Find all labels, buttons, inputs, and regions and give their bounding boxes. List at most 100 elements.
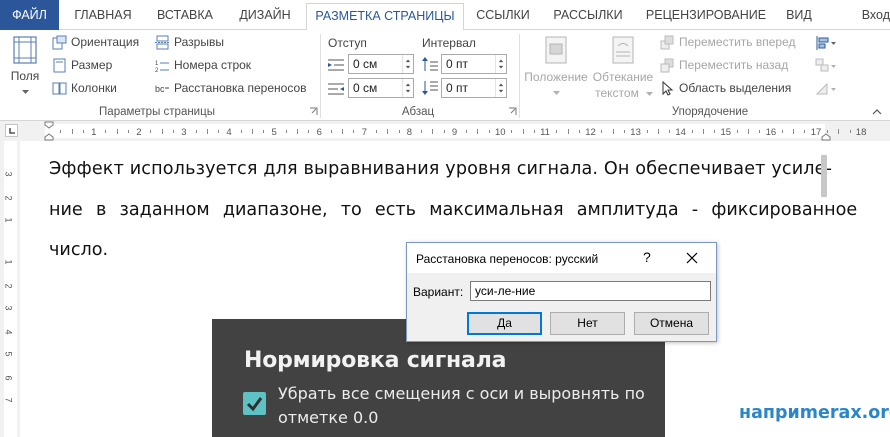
ruler-number: 11 [540,127,550,138]
svg-text:1: 1 [155,61,159,67]
ruler-tick [105,130,107,133]
ruler-number: 9 [451,127,458,138]
sign-in-link[interactable]: Вход [838,3,890,29]
ruler-number: 17 [810,127,822,138]
ruler-number: 15 [720,127,732,138]
indent-right-spinner[interactable]: 0 см [348,78,414,98]
breaks-label: Разрывы [174,35,224,49]
paragraph-group-label: Абзац [401,106,435,118]
chevron-down-icon [646,92,653,96]
spin-arrows-icon[interactable] [495,55,506,73]
ruler-tick [759,130,761,133]
ruler-tick [263,130,265,133]
spin-arrows-icon[interactable] [402,55,413,73]
image-option-line-1: Убрать все смещения с оси и выровнять по [278,384,645,403]
vertical-ruler-track: 3 2 1 1 2 3 4 5 6 7 [4,141,17,437]
indent-title: Отступ [328,36,367,50]
yes-button[interactable]: Да [467,312,542,335]
vertical-ruler-number: 2 [3,195,14,201]
indent-left-value: 0 см [353,57,378,71]
cancel-button[interactable]: Отмена [634,312,709,335]
ruler-tick [330,130,332,133]
ruler-tick [387,129,389,134]
ruler-tick [342,129,344,134]
first-line-indent-marker[interactable] [44,121,54,141]
hyphenation-icon: bc [155,84,169,94]
help-button[interactable]: ? [643,249,651,265]
ruler-tick [116,129,118,134]
tab-home[interactable]: ГЛАВНАЯ [62,3,144,30]
image-title: Нормировка сигнала [244,348,507,373]
group-separator [320,34,321,118]
page-setup-launcher-icon[interactable] [309,107,318,116]
document-line-1[interactable]: Эффект используется для выравнивания уро… [49,159,832,179]
ruler-tick [161,129,163,134]
tab-page-layout[interactable]: РАЗМЕТКА СТРАНИЦЫ [306,3,464,31]
tab-mailings[interactable]: РАССЫЛКИ [543,3,633,30]
hyphenation-dialog: Расстановка переносов: русский ? Вариант… [406,242,717,342]
ruler-tick [511,130,513,133]
indent-right-icon [328,83,344,95]
ruler-tick [297,129,299,134]
spacing-after-spinner[interactable]: 0 пт [441,78,507,98]
ruler-number: 4 [226,127,232,138]
ruler-tick [624,130,626,133]
spin-arrows-icon[interactable] [402,79,413,97]
columns-label: Колонки [71,81,117,95]
group-objects-icon[interactable] [815,58,837,74]
tab-review[interactable]: РЕЦЕНЗИРОВАНИЕ [638,3,774,30]
variant-label: Вариант: [413,285,463,299]
ruler-tick [127,130,129,133]
breaks-icon [155,35,170,50]
checkbox-checked-icon [243,392,266,415]
rotate-icon[interactable] [815,81,837,97]
tab-insert[interactable]: ВСТАВКА [146,3,224,30]
tab-view[interactable]: ВИД [779,3,819,30]
no-button[interactable]: Нет [550,312,625,335]
wrap-text-button[interactable]: Обтекание текстом [590,34,656,102]
collapse-ribbon-icon[interactable] [872,109,882,115]
align-icon[interactable] [815,35,837,51]
margins-label: Поля [10,69,40,83]
wrap-text-label-2: текстом [595,86,639,100]
chevron-down-icon [553,91,560,95]
vertical-ruler[interactable]: 3 2 1 1 2 3 4 5 6 7 [0,141,20,437]
ruler-tick [669,130,671,133]
bring-forward-label: Переместить вперед [679,35,796,49]
vertical-ruler-number: 1 [3,259,14,265]
horizontal-ruler[interactable]: 1 2 3 4 5 6 7 8 9 10 11 12 13 14 15 16 17 18 [0,121,890,141]
vertical-ruler-number: 6 [3,375,14,381]
right-indent-marker[interactable] [821,121,831,141]
dialog-title-bar[interactable]: Расстановка переносов: русский ? [407,243,716,273]
ruler-tick [691,130,693,133]
ruler-number: 18 [855,127,867,138]
ruler-tick [432,129,434,134]
spin-arrows-icon[interactable] [495,79,506,97]
spacing-before-spinner[interactable]: 0 пт [441,54,507,74]
vertical-ruler-number: 7 [3,397,14,403]
document-line-2[interactable]: ние в заданном диапазоне, то есть максим… [49,200,857,220]
ruler-tick [748,129,750,134]
ruler-tick [736,130,738,133]
position-button[interactable]: Положение [522,34,590,102]
ruler-tick [646,130,648,133]
send-backward-icon [660,58,674,73]
close-icon[interactable] [682,249,702,267]
tab-references[interactable]: ССЫЛКИ [468,3,538,30]
selection-pane-label: Область выделения [679,81,792,95]
indent-left-spinner[interactable]: 0 см [348,54,414,74]
paragraph-launcher-icon[interactable] [508,107,517,116]
margins-button[interactable]: Поля [6,34,44,102]
variant-input[interactable]: уси-ле-ние [470,281,711,301]
ruler-tick [702,129,704,134]
ruler-tick [71,129,73,134]
tab-selector-button[interactable] [5,124,18,137]
tab-design[interactable]: ДИЗАЙН [228,3,302,30]
vertical-ruler-number: 5 [3,351,14,357]
ruler-number: 10 [495,127,506,138]
line-numbers-label: Номера строк [174,58,252,72]
tab-file[interactable]: ФАЙЛ [0,0,59,30]
ruler-tick [398,130,400,133]
line-numbers-icon: 12 [155,61,169,73]
site-watermark: наприmerax.org [739,403,890,423]
